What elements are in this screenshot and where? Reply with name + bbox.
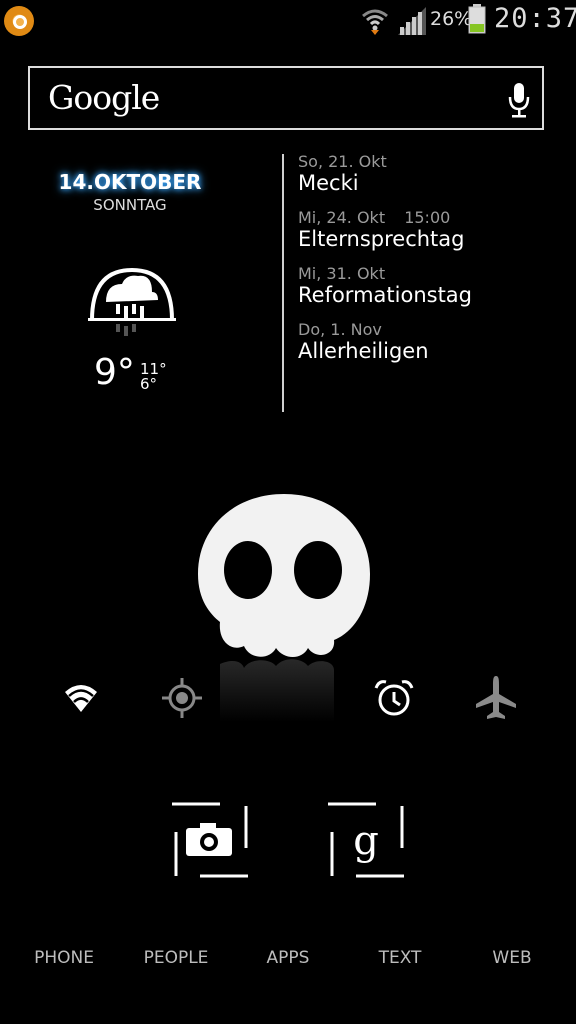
skull-wallpaper-icon <box>198 494 370 722</box>
calendar-widget[interactable]: So, 21. Okt Mecki Mi, 24. Okt 15:00 Elte… <box>298 152 558 376</box>
dock-web[interactable]: WEB <box>462 948 562 968</box>
google-shortcut[interactable]: g <box>328 802 404 878</box>
dock-people[interactable]: PEOPLE <box>126 948 226 968</box>
wifi-icon <box>362 9 388 35</box>
calendar-event[interactable]: Mi, 31. Okt Reformationstag <box>298 264 558 320</box>
calendar-event-time: 15:00 <box>404 208 451 227</box>
calendar-event-date: Do, 1. Nov <box>298 320 382 339</box>
mic-icon[interactable] <box>508 82 530 118</box>
calendar-event[interactable]: Do, 1. Nov Allerheiligen <box>298 320 558 376</box>
calendar-event[interactable]: Mi, 24. Okt 15:00 Elternsprechtag <box>298 208 558 264</box>
widget-weekday: SONNTAG <box>93 196 167 214</box>
temp-low: 6° <box>140 375 158 393</box>
status-clock: 20:37 <box>494 3 576 34</box>
battery-percent: 26% <box>430 8 473 30</box>
calendar-event-title: Reformationstag <box>298 283 472 307</box>
widget-date: 14.OKTOBER <box>58 170 202 194</box>
calendar-divider <box>282 154 284 412</box>
airplane-toggle[interactable] <box>472 674 520 722</box>
battery-icon <box>468 4 486 34</box>
calendar-event-title: Elternsprechtag <box>298 227 465 251</box>
calendar-event-title: Allerheiligen <box>298 339 429 363</box>
calendar-event-date: So, 21. Okt <box>298 152 387 171</box>
notification-app-icon <box>4 6 34 36</box>
calendar-event-date: Mi, 31. Okt <box>298 264 386 283</box>
camera-shortcut[interactable] <box>172 802 248 878</box>
google-search-bar[interactable]: Google <box>28 66 544 130</box>
calendar-event-date: Mi, 24. Okt <box>298 208 386 227</box>
calendar-event[interactable]: So, 21. Okt Mecki <box>298 152 558 208</box>
signal-icon <box>398 7 426 35</box>
dock-phone[interactable]: PHONE <box>14 948 114 968</box>
rain-cloud-icon <box>88 267 176 336</box>
camera-icon <box>186 823 232 856</box>
dock-apps[interactable]: APPS <box>238 948 338 968</box>
calendar-event-date-row: Mi, 24. Okt 15:00 <box>298 208 558 227</box>
alarm-toggle[interactable] <box>370 674 418 722</box>
gps-toggle[interactable] <box>158 674 206 722</box>
status-bar[interactable]: 26% 20:37 <box>0 0 576 40</box>
calendar-event-title: Mecki <box>298 171 359 195</box>
google-logo: Google <box>48 78 160 117</box>
wifi-toggle[interactable] <box>57 674 105 722</box>
dock-text[interactable]: TEXT <box>350 948 450 968</box>
google-g-icon: g <box>353 818 379 864</box>
temp-current: 9° <box>94 352 135 393</box>
